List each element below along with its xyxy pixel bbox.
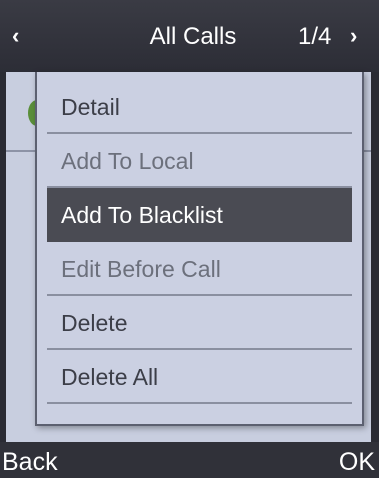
ok-softkey[interactable]: OK <box>339 446 375 478</box>
menu-item-delete-all[interactable]: Delete All <box>47 350 352 404</box>
menu-item-delete[interactable]: Delete <box>47 296 352 350</box>
screen-bezel-right <box>371 72 379 442</box>
page-indicator: 1/4 <box>298 23 332 50</box>
menu-item-add-to-local[interactable]: Add To Local <box>47 134 352 188</box>
phone-screen: ‹ All Calls 1/4 › Detail Add To Local Ad… <box>0 0 379 478</box>
menu-item-add-to-blacklist[interactable]: Add To Blacklist <box>47 188 352 242</box>
screen-bezel-left <box>0 72 6 442</box>
title-bar: ‹ All Calls 1/4 › <box>0 0 379 72</box>
back-softkey[interactable]: Back <box>0 446 58 478</box>
options-menu: Detail Add To Local Add To Blacklist Edi… <box>35 72 364 426</box>
previous-page-icon[interactable]: ‹ <box>12 24 32 48</box>
menu-item-detail[interactable]: Detail <box>47 80 352 134</box>
next-page-icon[interactable]: › <box>350 24 370 48</box>
menu-item-edit-before-call[interactable]: Edit Before Call <box>47 242 352 296</box>
page-title: All Calls <box>149 23 237 50</box>
